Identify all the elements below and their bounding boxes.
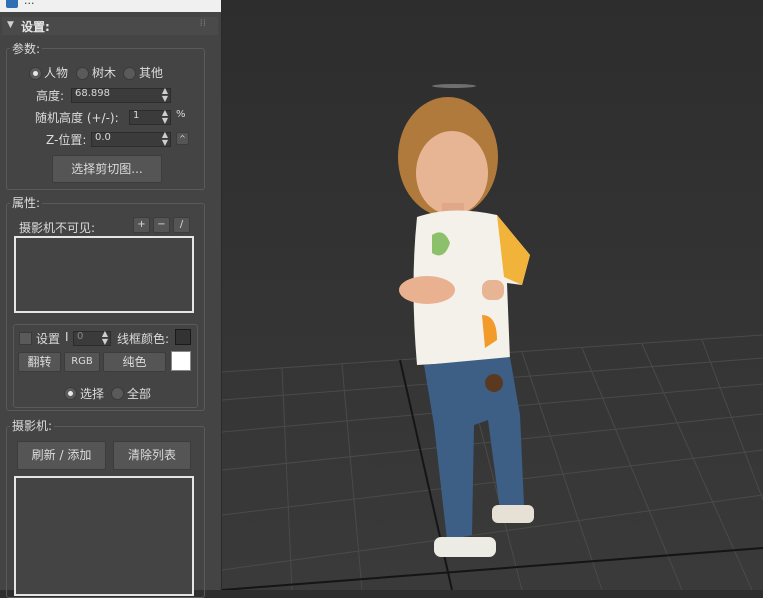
height-spinner[interactable]: 68.898 ▲ ▼: [71, 87, 171, 103]
z-position-label: Z-位置:: [46, 133, 87, 147]
percent-label: %: [176, 109, 186, 120]
settings-header-label: 设置:: [21, 20, 50, 34]
camera-group-label: 摄影机:: [10, 417, 55, 434]
height-label: 高度:: [36, 89, 65, 103]
caret-up-icon: ^: [179, 134, 186, 143]
random-height-spinner[interactable]: 1 ▲ ▼: [129, 109, 171, 125]
solid-color-button[interactable]: 纯色: [103, 352, 166, 372]
radio-person[interactable]: [29, 67, 42, 80]
viewport[interactable]: [222, 0, 763, 590]
add-button[interactable]: +: [133, 217, 150, 233]
set-label: 设置: [36, 332, 61, 346]
window-titlebar: ...: [0, 0, 221, 12]
settings-rollout-header[interactable]: ▼ 设置: ⁞⁞: [2, 17, 218, 35]
radio-tree-label: 树木: [92, 66, 117, 80]
wire-color-swatch[interactable]: [175, 329, 191, 345]
params-group-label: 参数:: [10, 40, 43, 57]
edit-button[interactable]: /: [173, 217, 190, 233]
radio-tree[interactable]: [76, 67, 89, 80]
wire-color-label: 线框颜色:: [117, 332, 170, 346]
collapse-arrow-icon[interactable]: ▼: [7, 20, 14, 30]
random-height-value: 1: [133, 110, 140, 121]
clear-list-button[interactable]: 清除列表: [113, 441, 191, 470]
z-position-spinner[interactable]: 0.0 ▲ ▼: [91, 131, 171, 147]
spinner-arrows-icon[interactable]: ▲ ▼: [162, 131, 168, 147]
flip-button[interactable]: 翻转: [18, 352, 61, 372]
settings-panel: ... ▼ 设置: ⁞⁞ 参数: 人物 树木 其他 高度: 68.898 ▲ ▼ …: [0, 0, 222, 598]
attributes-group-label: 属性:: [10, 194, 43, 211]
random-height-label: 随机高度 (+/-):: [35, 111, 119, 125]
spinner-arrows-icon[interactable]: ▲ ▼: [162, 87, 168, 103]
radio-other[interactable]: [123, 67, 136, 80]
radio-all[interactable]: [111, 387, 124, 400]
camera-list[interactable]: [14, 476, 194, 596]
refresh-add-button[interactable]: 刷新 / 添加: [17, 441, 106, 470]
remove-button[interactable]: −: [153, 217, 170, 233]
child-cutout-image: [398, 97, 534, 557]
radio-select[interactable]: [64, 387, 77, 400]
radio-select-label: 选择: [80, 387, 105, 401]
radio-person-label: 人物: [44, 66, 69, 80]
rgb-button[interactable]: RGB: [64, 352, 100, 372]
z-position-value: 0.0: [95, 132, 111, 143]
set-index-spinner[interactable]: 0 ▲ ▼: [73, 330, 111, 346]
solid-color-swatch[interactable]: [171, 351, 191, 371]
select-clip-button[interactable]: 选择剪切图...: [52, 155, 162, 183]
z-pick-button[interactable]: ^: [176, 132, 189, 145]
app-icon: [6, 0, 18, 8]
spinner-arrows-icon[interactable]: ▲ ▼: [102, 330, 108, 346]
window-title: ...: [24, 0, 35, 7]
set-index-label: I: [65, 330, 69, 344]
height-value: 68.898: [75, 88, 110, 99]
set-checkbox[interactable]: [19, 332, 32, 345]
set-index-value: 0: [77, 331, 84, 342]
radio-all-label: 全部: [127, 387, 152, 401]
spinner-arrows-icon[interactable]: ▲ ▼: [162, 109, 168, 125]
drag-handle-icon[interactable]: ⁞⁞: [200, 18, 206, 29]
camera-invisible-label: 摄影机不可见:: [19, 221, 96, 235]
radio-other-label: 其他: [139, 66, 164, 80]
camera-invisible-list[interactable]: [14, 236, 194, 313]
